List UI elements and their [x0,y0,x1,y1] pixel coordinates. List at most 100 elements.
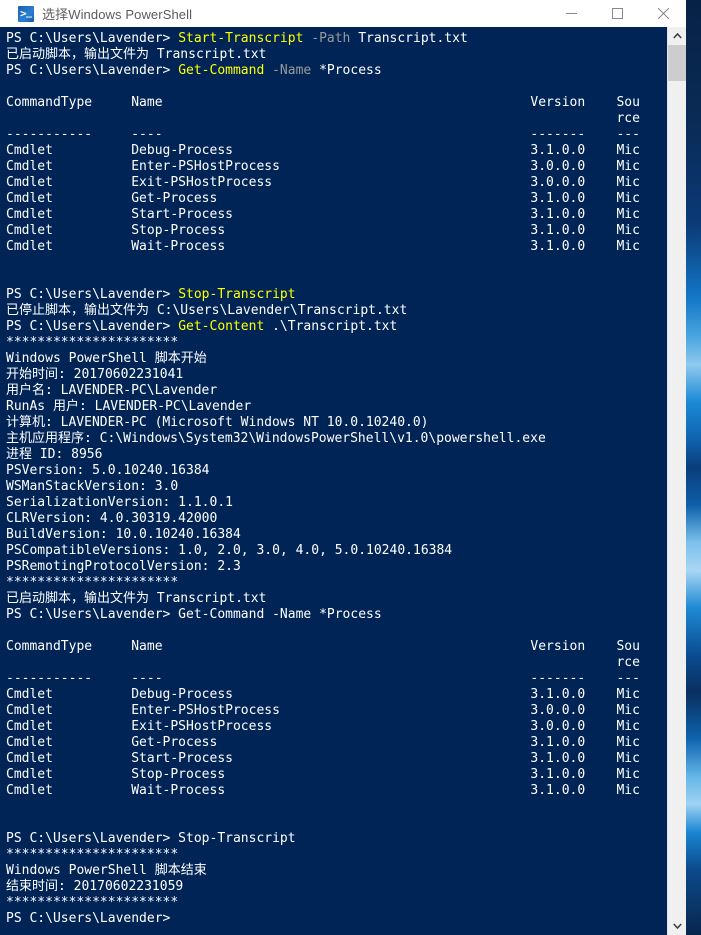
console-text-span: Get-Command [178,63,265,78]
console-text-span [264,63,272,78]
console-line: Cmdlet Get-Process 3.1.0.0 Mic [6,191,666,207]
console-line: BuildVersion: 10.0.10240.16384 [6,527,666,543]
console-text-span: Windows PowerShell 脚本开始 [6,351,207,366]
console-line: 主机应用程序: C:\Windows\System32\WindowsPower… [6,431,666,447]
console-text-span: Transcript.txt [350,31,468,46]
powershell-icon [18,5,34,22]
console-line: PSVersion: 5.0.10240.16384 [6,463,666,479]
console-text-span: RunAs 用户: LAVENDER-PC\Lavender [6,399,252,414]
console-line: PS C:\Users\Lavender> Get-Command -Name … [6,63,666,79]
console-line: Windows PowerShell 脚本开始 [6,351,666,367]
console-text-span: Cmdlet Enter-PSHostProcess 3.0.0.0 Mic [6,703,640,718]
console-text-span: Cmdlet Start-Process 3.1.0.0 Mic [6,207,640,222]
console-line: PSRemotingProtocolVersion: 2.3 [6,559,666,575]
console-line: Cmdlet Start-Process 3.1.0.0 Mic [6,207,666,223]
console-text-span: SerializationVersion: 1.1.0.1 [6,495,233,510]
scrollbar-up-button[interactable] [668,27,686,45]
console-line: RunAs 用户: LAVENDER-PC\Lavender [6,399,666,415]
console-text-span: Get-Content [178,319,265,334]
console-line: Cmdlet Debug-Process 3.1.0.0 Mic [6,687,666,703]
console-line: Windows PowerShell 脚本结束 [6,863,666,879]
console-text-span: PS C:\Users\Lavender> [6,31,179,46]
console-text-span: 计算机: LAVENDER-PC (Microsoft Windows NT 1… [6,415,429,430]
console-line: 进程 ID: 8956 [6,447,666,463]
console-text-span: ********************** [6,335,179,350]
console-line: Cmdlet Debug-Process 3.1.0.0 Mic [6,143,666,159]
console-text-span: PSCompatibleVersions: 1.0, 2.0, 3.0, 4.0… [6,543,453,558]
scrollbar-thumb[interactable] [668,45,686,81]
console-text-span: 进程 ID: 8956 [6,447,103,462]
console-text-span: Start-Transcript [178,31,304,46]
console-text-span: Cmdlet Exit-PSHostProcess 3.0.0.0 Mic [6,719,640,734]
console-text-span: -Name [272,63,312,78]
console-line: ----------- ---- ------- --- [6,671,666,687]
console-line: Cmdlet Enter-PSHostProcess 3.0.0.0 Mic [6,703,666,719]
minimize-button[interactable] [548,0,594,27]
console-text-span: 主机应用程序: C:\Windows\System32\WindowsPower… [6,431,546,446]
console-text-span: PSRemotingProtocolVersion: 2.3 [6,559,241,574]
console-text-span: Cmdlet Enter-PSHostProcess 3.0.0.0 Mic [6,159,640,174]
console-text-span: CommandType Name Version Sou [6,639,640,654]
console-text-span: Cmdlet Debug-Process 3.1.0.0 Mic [6,687,640,702]
maximize-button[interactable] [594,0,640,27]
console-line: Cmdlet Exit-PSHostProcess 3.0.0.0 Mic [6,175,666,191]
console-line: PS C:\Users\Lavender> [6,911,666,927]
console-line: rce [6,111,666,127]
console-text-span: ********************** [6,895,179,910]
console-text-span: ********************** [6,575,179,590]
console-line: Cmdlet Stop-Process 3.1.0.0 Mic [6,223,666,239]
console-text-span: ----------- ---- ------- --- [6,671,640,686]
console-text-span: 已启动脚本，输出文件为 Transcript.txt [6,591,267,606]
maximize-icon [611,8,623,19]
console-text-span: PS C:\Users\Lavender> [6,287,179,302]
console-line: PS C:\Users\Lavender> Get-Content .\Tran… [6,319,666,335]
console-text-span: rce [6,655,640,670]
console-text-span: Cmdlet Exit-PSHostProcess 3.0.0.0 Mic [6,175,640,190]
console-line: ********************** [6,335,666,351]
console-scrollbar[interactable] [667,27,686,935]
console-line: PS C:\Users\Lavender> Start-Transcript -… [6,31,666,47]
console-text-span: CommandType Name Version Sou [6,95,640,110]
window-controls [548,0,686,27]
console-line: Cmdlet Wait-Process 3.1.0.0 Mic [6,239,666,255]
console-text-span: ********************** [6,847,179,862]
console-text-span: *Process [311,63,382,78]
console-text-span: PS C:\Users\Lavender> Stop-Transcript [6,831,296,846]
console-text-span: rce [6,111,640,126]
console-text-span: PS C:\Users\Lavender> Get-Command -Name … [6,607,382,622]
console-line: ********************** [6,895,666,911]
console-line: Cmdlet Exit-PSHostProcess 3.0.0.0 Mic [6,719,666,735]
console-text-span: 已启动脚本，输出文件为 Transcript.txt [6,47,267,62]
console-line: Cmdlet Enter-PSHostProcess 3.0.0.0 Mic [6,159,666,175]
minimize-icon [565,13,577,14]
console-text-span: Windows PowerShell 脚本结束 [6,863,207,878]
console-line: 已启动脚本，输出文件为 Transcript.txt [6,47,666,63]
console-text-span: PS C:\Users\Lavender> [6,911,171,926]
console-text-span: WSManStackVersion: 3.0 [6,479,179,494]
console-line: ----------- ---- ------- --- [6,127,666,143]
console-line: rce [6,655,666,671]
console-text-span: Cmdlet Wait-Process 3.1.0.0 Mic [6,783,640,798]
console-output-area[interactable]: PS C:\Users\Lavender> Start-Transcript -… [0,27,668,935]
console-line: 已停止脚本，输出文件为 C:\Users\Lavender\Transcript… [6,303,666,319]
window-title: 选择Windows PowerShell [42,7,193,22]
console-text-span: Cmdlet Stop-Process 3.1.0.0 Mic [6,767,640,782]
window-titlebar[interactable]: 选择Windows PowerShell [0,0,686,28]
console-line: PSCompatibleVersions: 1.0, 2.0, 3.0, 4.0… [6,543,666,559]
console-text-span: 开始时间: 20170602231041 [6,367,184,382]
console-text-span: PS C:\Users\Lavender> [6,63,179,78]
close-button[interactable] [640,0,686,27]
chevron-down-icon [672,923,682,929]
console-text-span: Cmdlet Debug-Process 3.1.0.0 Mic [6,143,640,158]
powershell-window: 选择Windows PowerShell PS C:\Users\Lavend [0,0,686,935]
console-text: PS C:\Users\Lavender> Start-Transcript -… [6,31,666,927]
scrollbar-down-button[interactable] [668,917,686,935]
console-line: SerializationVersion: 1.1.0.1 [6,495,666,511]
console-line: 开始时间: 20170602231041 [6,367,666,383]
console-line: PS C:\Users\Lavender> Stop-Transcript [6,831,666,847]
